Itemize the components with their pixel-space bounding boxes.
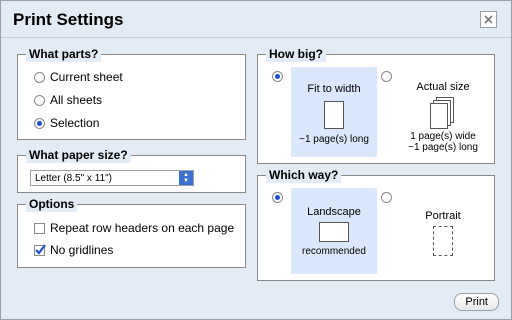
selection-label: Selection bbox=[50, 116, 100, 130]
current-sheet-option[interactable]: Current sheet bbox=[34, 70, 123, 84]
repeat-headers-checkbox[interactable] bbox=[34, 222, 45, 234]
options-legend: Options bbox=[26, 197, 78, 212]
what-parts-group: What parts? Current sheet All sheets Sel… bbox=[17, 47, 246, 140]
radio-portrait[interactable] bbox=[381, 192, 392, 203]
close-button[interactable] bbox=[480, 11, 497, 28]
dialog-title: Print Settings bbox=[13, 10, 124, 29]
fit-to-width-label: Fit to width bbox=[307, 83, 361, 95]
close-icon bbox=[484, 15, 493, 24]
portrait-label: Portrait bbox=[425, 210, 461, 222]
actual-size-caption-line2: ~1 page(s) long bbox=[408, 142, 478, 153]
radio-landscape[interactable] bbox=[272, 192, 283, 203]
which-way-legend: Which way? bbox=[266, 168, 342, 183]
landscape-caption: recommended bbox=[302, 246, 366, 257]
actual-size-option[interactable]: Actual size 1 page(s) wide ~1 page(s) lo… bbox=[398, 67, 488, 157]
repeat-headers-option[interactable]: Repeat row headers on each page bbox=[34, 221, 234, 235]
fit-to-width-caption: ~1 page(s) long bbox=[299, 134, 369, 145]
select-arrows-icon: ▲ ▼ bbox=[179, 171, 193, 185]
radio-current-sheet[interactable] bbox=[34, 71, 45, 83]
all-sheets-option[interactable]: All sheets bbox=[34, 93, 102, 107]
radio-selection[interactable] bbox=[34, 117, 45, 129]
paper-size-select[interactable]: Letter (8.5" x 11") ▲ ▼ bbox=[30, 170, 194, 186]
what-parts-legend: What parts? bbox=[26, 47, 102, 62]
print-button[interactable]: Print bbox=[454, 293, 499, 311]
page-preview-icon bbox=[324, 101, 344, 129]
portrait-option[interactable]: Portrait bbox=[398, 188, 488, 274]
how-big-group: How big? Fit to width ~1 page(s) long Ac… bbox=[257, 47, 495, 164]
landscape-label: Landscape bbox=[307, 206, 361, 218]
repeat-headers-label: Repeat row headers on each page bbox=[50, 221, 235, 235]
which-way-group: Which way? Landscape recommended Portrai… bbox=[257, 168, 495, 281]
no-gridlines-checkbox[interactable] bbox=[34, 243, 46, 256]
options-group: Options Repeat row headers on each page … bbox=[17, 197, 246, 268]
how-big-legend: How big? bbox=[266, 47, 326, 62]
paper-size-group: What paper size? Letter (8.5" x 11") ▲ ▼ bbox=[17, 148, 246, 193]
checkmark-icon bbox=[35, 243, 46, 255]
radio-actual-size[interactable] bbox=[381, 71, 392, 82]
dialog-body: What parts? Current sheet All sheets Sel… bbox=[1, 38, 511, 319]
paper-size-value: Letter (8.5" x 11") bbox=[35, 172, 112, 184]
dialog-titlebar: Print Settings bbox=[1, 1, 511, 38]
landscape-page-icon bbox=[319, 222, 349, 242]
radio-fit-to-width[interactable] bbox=[272, 71, 283, 82]
landscape-option[interactable]: Landscape recommended bbox=[291, 188, 377, 274]
fit-to-width-option[interactable]: Fit to width ~1 page(s) long bbox=[291, 67, 377, 157]
paper-size-legend: What paper size? bbox=[26, 148, 131, 163]
portrait-page-icon bbox=[433, 226, 453, 256]
radio-all-sheets[interactable] bbox=[34, 94, 45, 106]
page-stack-icon bbox=[428, 97, 458, 129]
selection-option[interactable]: Selection bbox=[34, 116, 99, 130]
actual-size-caption-line1: 1 page(s) wide bbox=[410, 131, 476, 142]
no-gridlines-label: No gridlines bbox=[50, 243, 114, 257]
no-gridlines-option[interactable]: No gridlines bbox=[34, 243, 113, 257]
current-sheet-label: Current sheet bbox=[50, 70, 123, 84]
print-settings-dialog: Print Settings What parts? Current sheet… bbox=[0, 0, 512, 320]
all-sheets-label: All sheets bbox=[50, 93, 103, 107]
actual-size-label: Actual size bbox=[416, 81, 470, 93]
